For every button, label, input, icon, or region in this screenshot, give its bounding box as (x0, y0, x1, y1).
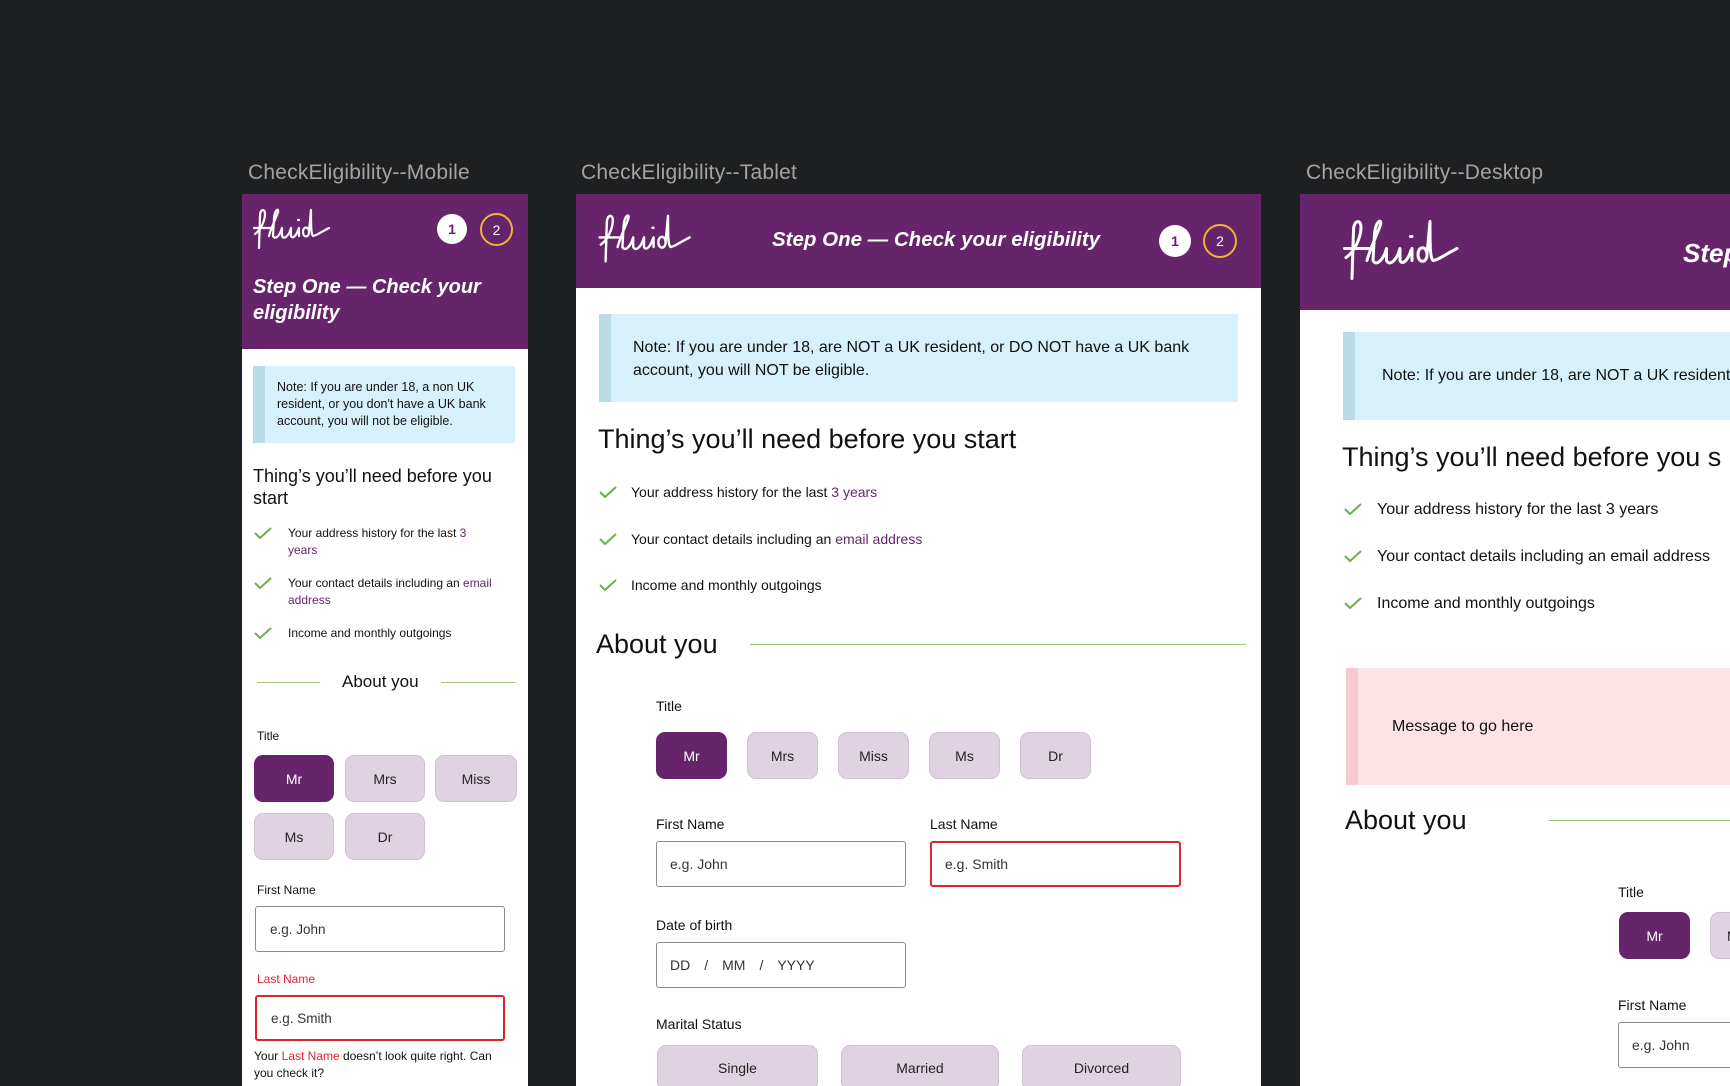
marital-divorced-button[interactable]: Divorced (1022, 1045, 1181, 1086)
title-label: Title (257, 729, 280, 743)
title-dr-button[interactable]: Dr (1020, 732, 1091, 779)
link-3[interactable]: 3 (460, 526, 467, 540)
title-miss-button[interactable]: Miss (838, 732, 909, 779)
frame-label-tablet: CheckEligibility--Tablet (581, 161, 798, 184)
fluid-logo (598, 214, 691, 263)
step-2-indicator: 2 (480, 213, 513, 246)
checklist-item: Income and monthly outgoings (253, 625, 451, 642)
tablet-frame: Step One — Check your eligibility 1 2 No… (576, 194, 1261, 1086)
checklist-item: Your address history for the last 3 year… (598, 483, 877, 501)
page-title: Step One — Check your eligibility (772, 228, 1101, 251)
checklist-item: Your address history for the last 3 year… (1343, 500, 1658, 520)
check-icon (1344, 597, 1362, 610)
message-banner: Message to go here (1346, 668, 1730, 785)
dob-input[interactable]: DD / MM / YYYY (656, 942, 906, 988)
link-email-address[interactable]: email address (835, 531, 922, 547)
check-icon (254, 577, 272, 590)
title-mrs-button[interactable]: Mrs (345, 755, 425, 802)
mobile-frame: 1 2 Step One — Check your eligibility Not… (242, 194, 528, 1086)
need-heading: Thing’s you’ll need before you start (253, 466, 492, 508)
need-heading: Thing’s you’ll need before you s (1342, 442, 1722, 472)
frame-label-mobile: CheckEligibility--Mobile (248, 161, 470, 184)
checklist-item: Income and monthly outgoings (598, 576, 822, 594)
checklist-item: Your contact details including an email … (1343, 547, 1710, 567)
first-name-input[interactable]: e.g. John (1618, 1022, 1730, 1068)
frame-label-desktop: CheckEligibility--Desktop (1306, 161, 1544, 184)
title-mr-button[interactable]: Mr (254, 755, 334, 802)
title-mr-button[interactable]: Mr (656, 732, 727, 779)
first-name-input[interactable]: e.g. John (255, 906, 505, 952)
page-title: Step (1683, 238, 1730, 268)
checklist-item: Your contact details including an email … (598, 530, 922, 548)
step-1-indicator: 1 (1159, 225, 1191, 257)
about-you-heading: About you (1345, 805, 1467, 835)
check-icon (599, 533, 617, 546)
title-mrs-button[interactable]: M (1710, 912, 1730, 959)
about-you-heading: About you (342, 672, 419, 691)
eligibility-note: Note: If you are under 18, a non UK resi… (253, 366, 515, 443)
last-name-label: Last Name (257, 972, 316, 986)
fluid-logo (1343, 219, 1459, 280)
title-mr-button[interactable]: Mr (1619, 912, 1690, 959)
checklist-item: Your contact details including an email a… (253, 575, 492, 609)
about-you-section: About you (257, 672, 515, 692)
marital-married-button[interactable]: Married (841, 1045, 999, 1086)
title-ms-button[interactable]: Ms (929, 732, 1000, 779)
last-name-input[interactable]: e.g. Smith (930, 841, 1181, 887)
title-miss-button[interactable]: Miss (435, 755, 517, 802)
checklist-item: Your address history for the last 3 years (253, 525, 466, 559)
header: Step One — Check your eligibility 1 2 (576, 194, 1261, 288)
page-title: Step One — Check your eligibility (253, 276, 481, 324)
checklist-item: Income and monthly outgoings (1343, 594, 1595, 614)
check-icon (599, 579, 617, 592)
title-mrs-button[interactable]: Mrs (747, 732, 818, 779)
need-heading: Thing’s you’ll need before you start (598, 424, 1017, 454)
first-name-input[interactable]: e.g. John (656, 841, 906, 887)
link-email[interactable]: email (463, 576, 492, 590)
last-name-input[interactable]: e.g. Smith (255, 995, 505, 1041)
title-dr-button[interactable]: Dr (345, 813, 425, 860)
first-name-label: First Name (257, 883, 316, 897)
about-you-heading: About you (596, 629, 718, 659)
dob-label: Date of birth (656, 917, 733, 933)
check-icon (254, 627, 272, 640)
about-you-section: About you (596, 629, 1246, 660)
first-name-label: First Name (656, 816, 725, 832)
title-ms-button[interactable]: Ms (254, 813, 334, 860)
last-name-label: Last Name (930, 816, 998, 832)
step-1-indicator: 1 (437, 214, 467, 244)
last-name-error: Your Last Name doesn’t look quite right.… (254, 1049, 492, 1080)
first-name-label: First Name (1618, 997, 1687, 1013)
marital-status-label: Marital Status (656, 1016, 742, 1032)
header: Step (1300, 194, 1730, 310)
title-label: Title (1618, 884, 1644, 900)
desktop-frame: Step Note: If you are under 18, are NOT … (1300, 194, 1730, 1086)
step-2-indicator: 2 (1203, 224, 1237, 258)
link-3-years[interactable]: 3 years (831, 484, 877, 500)
eligibility-note: Note: If you are under 18, are NOT a UK … (599, 314, 1238, 402)
check-icon (254, 527, 272, 540)
check-icon (599, 486, 617, 499)
check-icon (1344, 550, 1362, 563)
about-you-section: About you (1345, 805, 1730, 836)
marital-single-button[interactable]: Single (657, 1045, 818, 1086)
header: 1 2 Step One — Check your eligibility (242, 194, 528, 349)
check-icon (1344, 503, 1362, 516)
eligibility-note: Note: If you are under 18, are NOT a UK … (1343, 332, 1730, 420)
title-label: Title (656, 698, 682, 714)
fluid-logo (252, 208, 331, 250)
